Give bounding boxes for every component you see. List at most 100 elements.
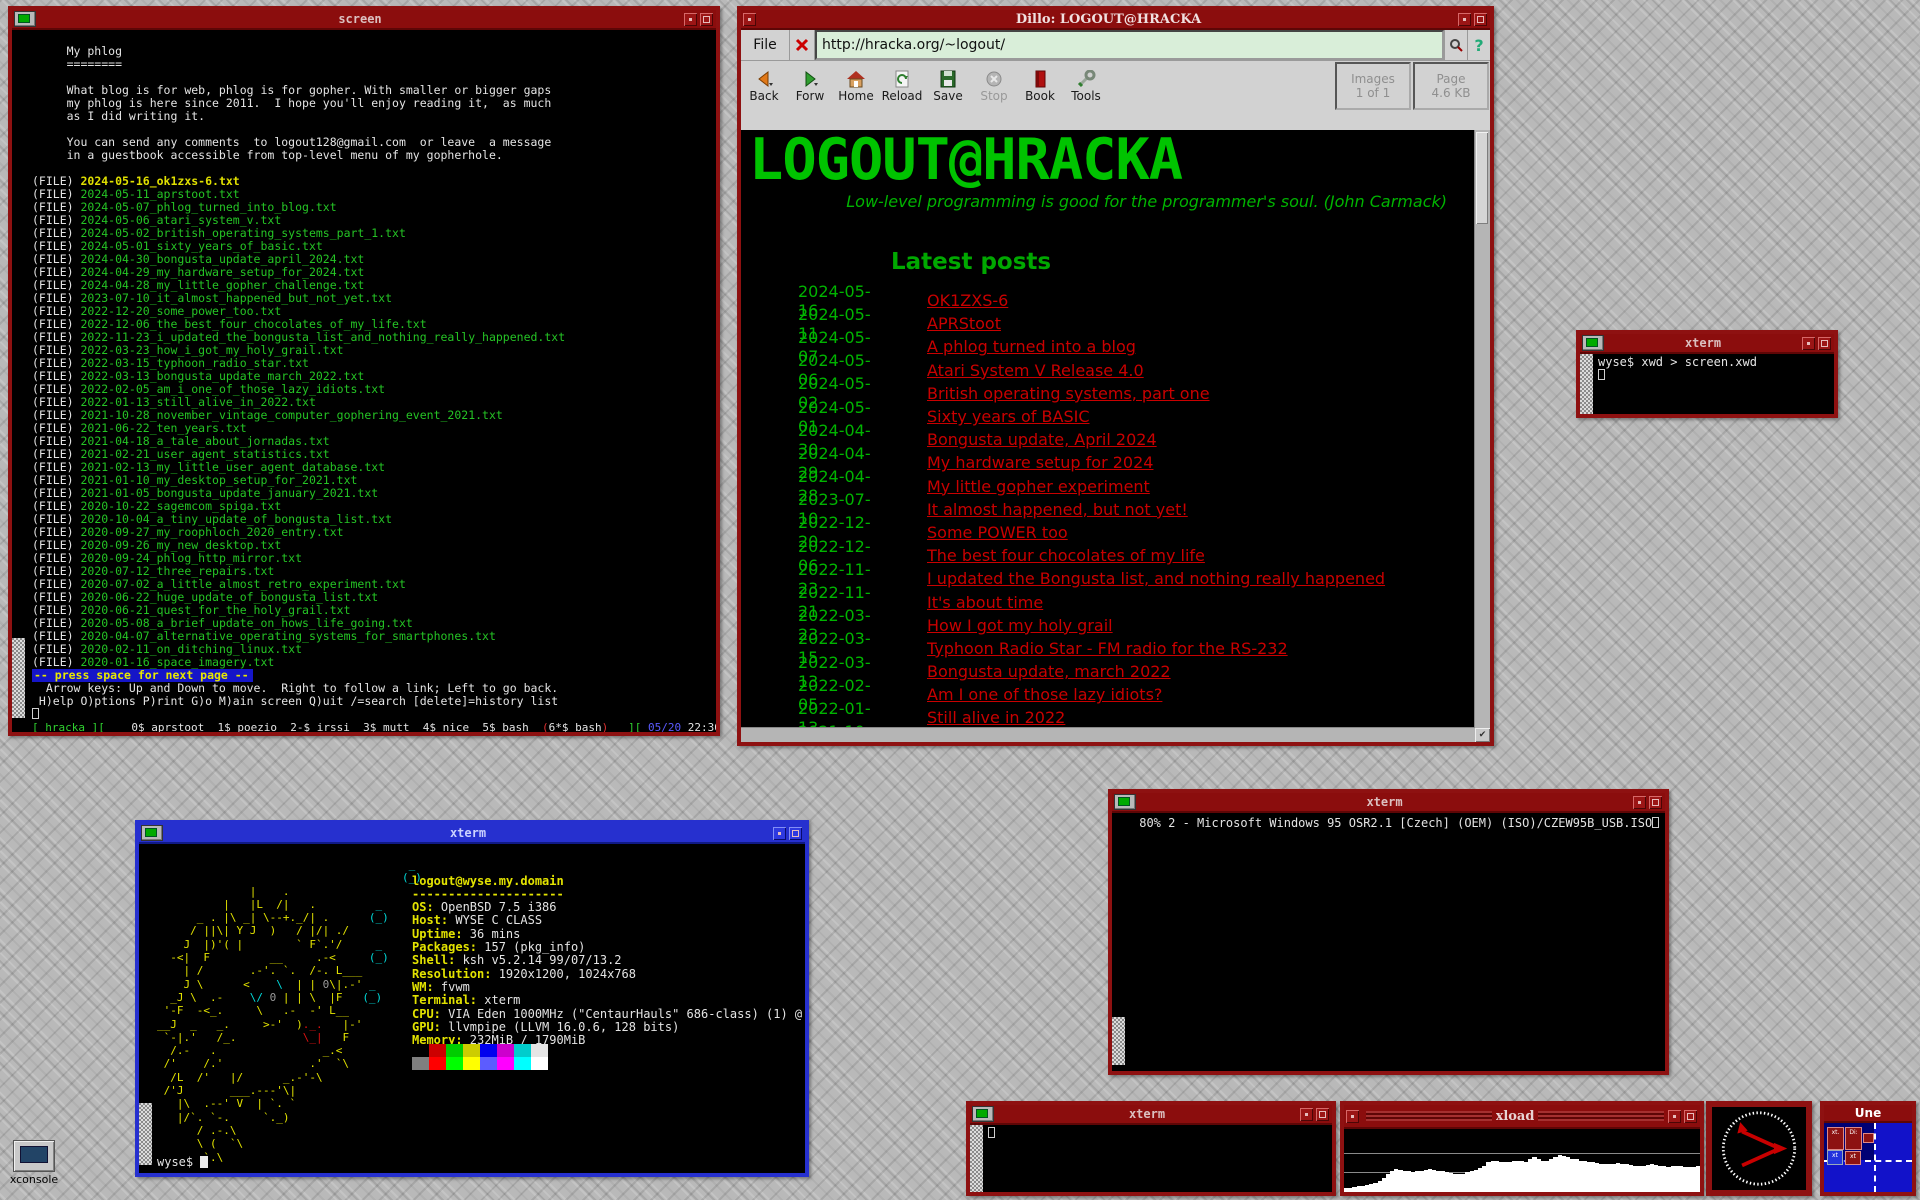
iconify-button[interactable] [1668,1110,1681,1123]
bug-meter-icon[interactable] [790,30,815,60]
terminal-client: wyse$ xwd > screen.xwd [1580,354,1834,414]
scrollbar-thumb[interactable] [1112,1017,1125,1065]
scrollbar[interactable] [12,30,25,732]
iconify-button[interactable] [1300,1108,1313,1121]
screen-titlebar[interactable]: screen [12,10,716,30]
cursor-line [988,1127,1330,1140]
url-input[interactable]: http://hracka.org/~logout/ [815,30,1444,60]
window-title: xload [1496,1109,1535,1124]
post-link[interactable]: Typhoon Radio Star - FM radio for the RS… [927,639,1288,658]
screen-status-bar: [ hracka ][ 0$ aprstoot 1$ poezio 2-$ ir… [32,721,712,732]
info-line: Uptime: 36 mins [412,928,805,941]
scrollbar-thumb[interactable] [970,1125,983,1192]
post-link[interactable]: Still alive in 2022 [927,708,1065,727]
page-size-panel: Page4.6 KB [1413,62,1489,110]
maximize-button[interactable] [1474,13,1487,26]
mini-window-active[interactable]: xt [1827,1150,1843,1165]
window-title: Dillo: LOGOUT@HRACKA [759,12,1458,27]
xconsole-icon-image[interactable] [13,1140,55,1172]
file-menu[interactable]: File [741,30,790,60]
post-link[interactable]: How I got my holy grail [927,616,1113,635]
menu-button[interactable] [743,13,756,26]
maximize-button[interactable] [1818,337,1831,350]
xterm-titlebar[interactable]: xterm [1580,334,1834,354]
home-button[interactable]: Home [833,61,879,111]
help-icon[interactable]: ? [1467,30,1490,60]
horizontal-scrollbar[interactable] [741,727,1475,742]
iconify-button[interactable] [1346,1110,1359,1123]
pager-titlebar[interactable]: Une [1824,1105,1912,1123]
post-link[interactable]: The best four chocolates of my life [927,546,1205,565]
pager-window: Une xt. Di: xt xt [1820,1101,1916,1196]
post-link[interactable]: My hardware setup for 2024 [927,453,1153,472]
bookmarks-button[interactable]: Book [1017,61,1063,111]
scrollbar[interactable] [139,844,152,1173]
xwd-xterm-window: xterm wyse$ xwd > screen.xwd [1576,330,1838,418]
info-line: Shell: ksh v5.2.14 99/07/13.2 [412,954,805,967]
maximize-button[interactable] [1316,1108,1329,1121]
post-link[interactable]: Atari System V Release 4.0 [927,361,1144,380]
iconify-button[interactable] [684,13,697,26]
reload-button[interactable]: Reload [879,61,925,111]
post-link[interactable]: Am I one of those lazy idiots? [927,685,1162,704]
iconify-button[interactable] [773,827,786,840]
xterm-titlebar[interactable]: xterm [139,824,805,844]
mini-window[interactable]: xt [1845,1151,1861,1165]
reload-icon [892,70,912,88]
resize-corner-icon[interactable]: ✔ [1475,728,1490,742]
forward-button[interactable]: Forw [787,61,833,111]
window-title: xterm [1136,795,1633,809]
post-link[interactable]: APRStoot [927,314,1001,333]
iconify-button[interactable] [1633,796,1646,809]
progress-line: 80% 2 - Microsoft Windows 95 OSR2.1 [Cze… [1132,817,1661,830]
tools-button[interactable]: Tools [1063,61,1109,111]
cursor-line [32,708,712,721]
post-link[interactable]: OK1ZXS-6 [927,291,1008,310]
post-link[interactable]: It almost happened, but not yet! [927,500,1188,519]
post-link[interactable]: Some POWER too [927,523,1068,542]
clock-face [1712,1107,1806,1190]
maximize-button[interactable] [700,13,713,26]
terminal-icon [14,11,36,27]
status-panels: Images1 of 1 Page4.6 KB [1334,61,1490,111]
post-link[interactable]: I updated the Bongusta list, and nothing… [927,569,1385,588]
scrollbar[interactable] [970,1125,983,1192]
save-button[interactable]: Save [925,61,971,111]
maximize-button[interactable] [789,827,802,840]
post-link[interactable]: A phlog turned into a blog [927,337,1136,356]
back-button[interactable]: Back [741,61,787,111]
mini-window[interactable]: Di: [1845,1127,1862,1150]
dillo-titlebar[interactable]: Dillo: LOGOUT@HRACKA [741,10,1490,30]
maximize-button[interactable] [1684,1110,1697,1123]
scrollbar[interactable] [1112,813,1125,1071]
mini-window[interactable] [1863,1133,1874,1143]
terminal-icon [1114,794,1136,810]
post-link[interactable]: Bongusta update, march 2022 [927,662,1171,681]
pager-client: xt. Di: xt xt [1824,1123,1912,1192]
terminal-color-palette-row2 [412,1057,548,1070]
xconsole-icon[interactable]: xconsole [2,1140,66,1186]
scrollbar-thumb[interactable] [1580,354,1593,414]
scrollbar[interactable] [1580,354,1593,414]
xterm-titlebar[interactable]: xterm [1112,793,1665,813]
search-icon[interactable] [1444,30,1467,60]
post-link[interactable]: It's about time [927,593,1043,612]
maximize-button[interactable] [1649,796,1662,809]
scrollbar-thumb[interactable] [12,638,25,718]
scrollbar-thumb[interactable] [139,1103,152,1165]
mini-window[interactable]: xt. [1827,1127,1844,1150]
post-link[interactable]: My little gopher experiment [927,477,1150,496]
iconify-button[interactable] [1802,337,1815,350]
xload-titlebar[interactable]: xload [1344,1105,1700,1129]
iconify-button[interactable] [1458,13,1471,26]
post-link[interactable]: Sixty years of BASIC [927,407,1090,426]
virtual-desktop[interactable]: xt. Di: xt xt [1824,1123,1912,1192]
book-icon [1030,70,1050,88]
post-link[interactable]: British operating systems, part one [927,384,1210,403]
post-link[interactable]: Bongusta update, April 2024 [927,430,1157,449]
xterm-titlebar[interactable]: xterm [970,1105,1332,1125]
vertical-scrollbar[interactable] [1474,130,1490,728]
titlebar-groove [1366,1111,1492,1121]
vertical-scrollbar-thumb[interactable] [1476,132,1488,224]
info-line: GPU: llvmpipe (LLVM 16.0.6, 128 bits) [412,1021,805,1034]
